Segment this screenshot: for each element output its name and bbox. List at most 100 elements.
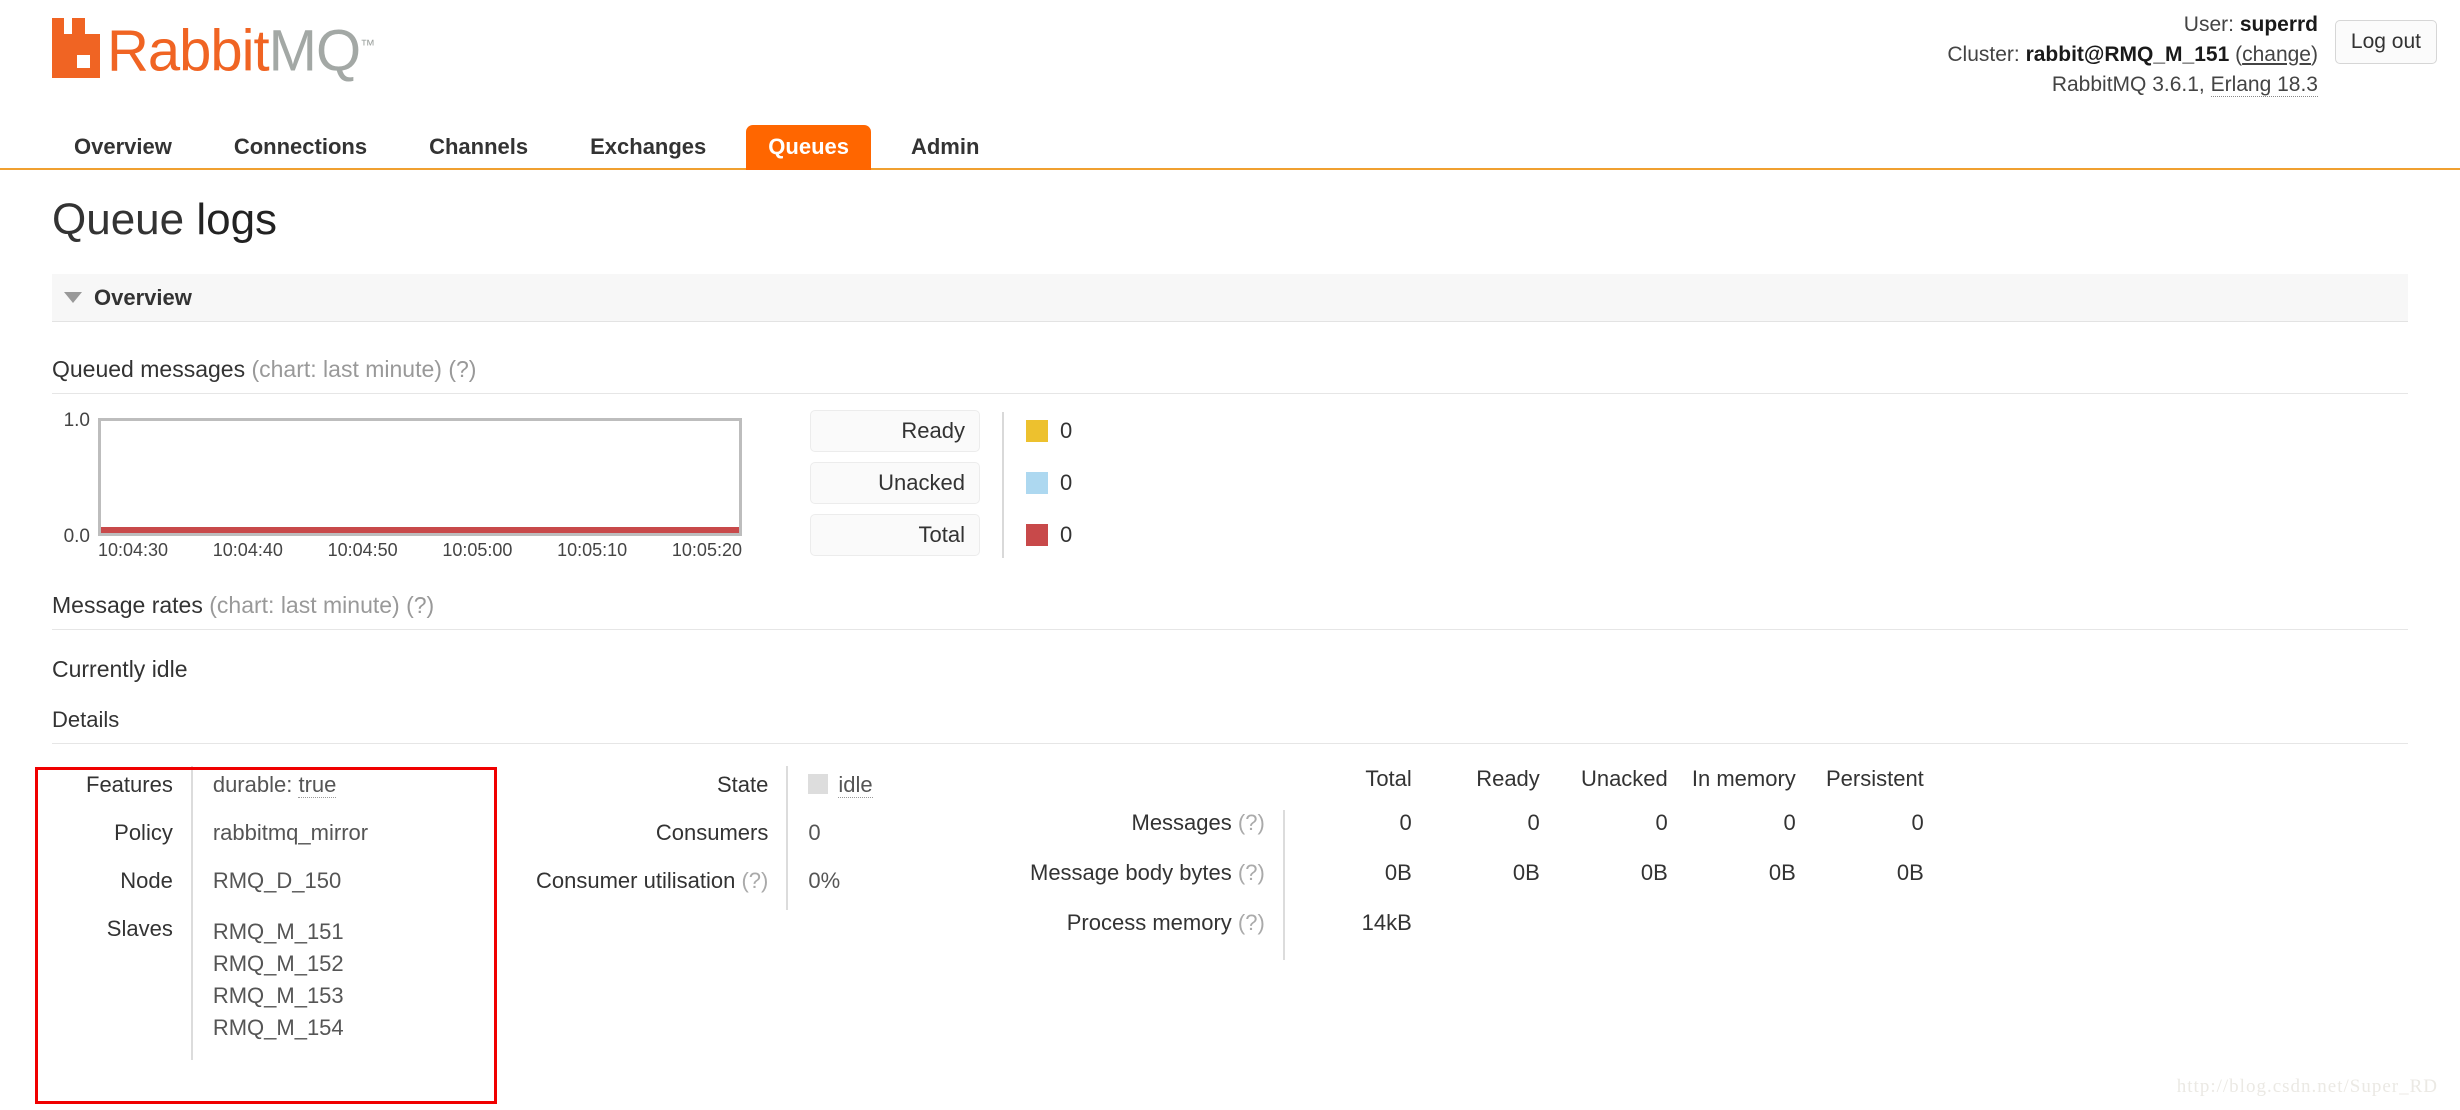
stats-cell: 0 [1527, 810, 1540, 835]
legend-item-ready[interactable]: Ready [810, 410, 980, 452]
table-row: Policy rabbitmq_mirror [86, 814, 368, 862]
x-tick-1: 10:04:40 [212, 540, 283, 560]
stats-cell: 0B [1512, 860, 1540, 885]
logout-button[interactable]: Log out [2334, 20, 2437, 64]
nav-tab-connections[interactable]: Connections [212, 125, 389, 170]
x-tick-3: 10:05:00 [442, 540, 513, 560]
features-prefix: durable: [212, 772, 299, 797]
details-key-node: Node [86, 862, 193, 910]
details-value-node: RMQ_D_150 [212, 868, 342, 893]
stats-cell: 0B [1896, 860, 1924, 885]
legend-item-total[interactable]: Total [810, 514, 980, 556]
table-header-row: Total Ready Unacked In memory Persistent [1030, 766, 1924, 810]
page-title: Queue logs [0, 172, 2460, 246]
stats-col-total: Total [1365, 766, 1412, 791]
queued-messages-help-icon[interactable]: (?) [448, 356, 476, 382]
details-key-slaves: Slaves [86, 910, 193, 1060]
details-key-features: Features [86, 766, 193, 814]
overview-section-toggle[interactable]: Overview [52, 274, 2408, 322]
x-tick-2: 10:04:50 [327, 540, 398, 560]
rabbit-logo-icon [52, 18, 100, 78]
stats-cell: 0 [1655, 810, 1668, 835]
version-line: RabbitMQ 3.6.1, Erlang 18.3 [1947, 70, 2318, 100]
legend-value-row-total: 0 [1026, 514, 1072, 556]
nav-tab-exchanges[interactable]: Exchanges [568, 125, 728, 170]
consumer-utilisation-help-icon[interactable]: (?) [741, 868, 768, 893]
consumer-utilisation-label: Consumer utilisation [536, 868, 736, 893]
features-durable-link[interactable]: true [298, 772, 337, 798]
legend-divider [1002, 412, 1004, 558]
main-content: Queue logs Overview Queued messages (cha… [0, 172, 2460, 1066]
details-mid-table: State idle Consumers 0 Consumer utilisat… [536, 766, 873, 910]
rabbitmq-management-page: RabbitMQ™ User: superrd Cluster: rabbit@… [0, 0, 2460, 1110]
stats-col-unacked: Unacked [1580, 766, 1668, 791]
legend-value-ready: 0 [1060, 418, 1073, 443]
chart-series-total-line [101, 527, 739, 533]
status-badge[interactable]: idle [838, 772, 873, 798]
table-row: State idle [536, 766, 873, 814]
user-label: User: [2183, 13, 2234, 36]
table-row: Slaves RMQ_M_151 RMQ_M_152 RMQ_M_153 RMQ… [86, 910, 368, 1060]
change-cluster-link[interactable]: change [2242, 43, 2311, 66]
rabbitmq-version: RabbitMQ 3.6.1, [2051, 73, 2205, 96]
message-rates-title: Message rates [52, 592, 203, 618]
stats-row-messages-label: Messages [1131, 810, 1232, 835]
nav-tab-channels[interactable]: Channels [407, 125, 550, 170]
x-tick-0: 10:04:30 [98, 540, 169, 560]
page-header: RabbitMQ™ User: superrd Cluster: rabbit@… [0, 0, 2460, 118]
slave-item: RMQ_M_152 [212, 951, 344, 976]
legend-value-row-unacked: 0 [1026, 462, 1072, 504]
nav-tab-overview[interactable]: Overview [52, 125, 194, 170]
details-value-policy: rabbitmq_mirror [212, 820, 369, 845]
slave-item: RMQ_M_153 [212, 983, 344, 1008]
page-title-prefix: Queue [52, 195, 185, 244]
chart-plot-area [98, 418, 742, 536]
chart-legend: Ready Unacked Total 0 0 0 [810, 410, 1072, 566]
logo-rabbit-text: Rabbit [107, 18, 270, 83]
table-row: Features durable: true [86, 766, 368, 814]
chart-y-axis: 1.0 0.0 [52, 410, 94, 547]
slave-item: RMQ_M_151 [212, 919, 344, 944]
logo-mq-text: MQ [268, 18, 361, 83]
user-line: User: superrd [1947, 10, 2318, 40]
state-indicator-icon [808, 774, 829, 794]
queued-messages-heading: Queued messages (chart: last minute) (?) [52, 356, 2408, 394]
y-tick-top: 1.0 [63, 410, 90, 431]
details-key-policy: Policy [86, 814, 193, 862]
x-tick-4: 10:05:10 [557, 540, 628, 560]
process-memory-help-icon[interactable]: (?) [1238, 910, 1265, 935]
legend-item-unacked[interactable]: Unacked [810, 462, 980, 504]
queued-messages-chart-block: 1.0 0.0 10:04:30 10:04:40 10:04:50 10:05… [0, 410, 2460, 560]
cluster-name: rabbit@RMQ_M_151 [2025, 43, 2230, 66]
table-row: Consumer utilisation (?) 0% [536, 862, 873, 910]
x-tick-5: 10:05:20 [671, 540, 742, 560]
legend-value-unacked: 0 [1060, 470, 1073, 495]
message-body-bytes-help-icon[interactable]: (?) [1238, 860, 1265, 885]
erlang-version-link[interactable]: Erlang 18.3 [2210, 73, 2318, 97]
stats-cell: 0B [1768, 860, 1796, 885]
details-key-state: State [536, 766, 789, 814]
stats-cell: 14kB [1361, 910, 1412, 935]
logo-wordmark: RabbitMQ™ [107, 19, 375, 80]
table-row: Consumers 0 [536, 814, 873, 862]
rabbitmq-logo[interactable]: RabbitMQ™ [52, 18, 375, 80]
messages-help-icon[interactable]: (?) [1238, 810, 1265, 835]
session-info: User: superrd Cluster: rabbit@RMQ_M_151 … [1947, 10, 2318, 100]
stats-col-persistent: Persistent [1825, 766, 1924, 791]
nav-tab-admin[interactable]: Admin [889, 125, 1001, 170]
cluster-label: Cluster: [1947, 43, 2020, 66]
details-value-consumer-utilisation: 0% [808, 868, 841, 893]
details-body: Features durable: true Policy rabbitmq_m… [0, 766, 2460, 1066]
legend-value-total: 0 [1060, 522, 1073, 547]
message-rates-help-icon[interactable]: (?) [406, 592, 434, 618]
stats-cell [1796, 910, 1924, 960]
table-row: Message body bytes (?) 0B 0B 0B 0B 0B [1030, 860, 1924, 910]
legend-value-row-ready: 0 [1026, 410, 1072, 452]
stats-row-body-bytes-label: Message body bytes [1030, 860, 1232, 885]
nav-tab-queues[interactable]: Queues [746, 125, 871, 170]
details-value-features: durable: true [192, 766, 368, 814]
stats-cell: 0 [1783, 810, 1796, 835]
stats-corner-spacer [1030, 766, 1284, 810]
queued-messages-title: Queued messages [52, 356, 246, 382]
details-heading: Details [52, 707, 2408, 744]
